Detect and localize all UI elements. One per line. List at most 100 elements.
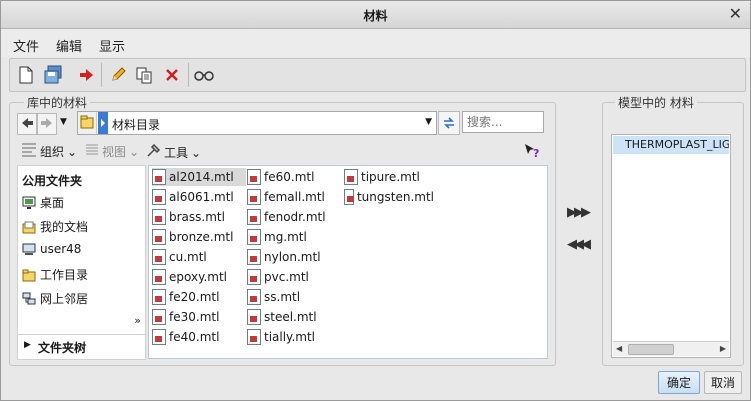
file-name: tipure.mtl bbox=[361, 170, 420, 184]
address-dropdown-icon[interactable]: ▼ bbox=[425, 117, 432, 127]
desktop-icon bbox=[22, 196, 36, 210]
copy-icon[interactable] bbox=[132, 63, 156, 87]
menu-file[interactable]: 文件 bbox=[13, 36, 39, 55]
scroll-right-icon[interactable]: ▶ bbox=[720, 344, 726, 353]
arrow-right-red-icon[interactable] bbox=[74, 63, 98, 87]
material-file-icon bbox=[247, 169, 261, 185]
horizontal-scrollbar[interactable]: ◀ ▶ bbox=[613, 341, 729, 356]
menu-view[interactable]: 显示 bbox=[99, 36, 125, 55]
glasses-icon[interactable] bbox=[192, 63, 216, 87]
list-item[interactable]: mg.mtl bbox=[247, 228, 337, 246]
list-item[interactable]: THERMOPLAST_LIG bbox=[613, 136, 729, 154]
ok-button[interactable]: 确定 bbox=[658, 371, 700, 394]
list-item[interactable]: bronze.mtl bbox=[152, 228, 246, 246]
triangle-right-icon: ▶ bbox=[24, 340, 31, 350]
list-item[interactable]: al2014.mtl bbox=[152, 168, 246, 186]
material-file-icon bbox=[344, 169, 358, 185]
save-icon[interactable] bbox=[41, 63, 65, 87]
list-item[interactable]: fenodr.mtl bbox=[247, 208, 337, 226]
svg-text:?: ? bbox=[533, 147, 539, 160]
organize-label: 组织 bbox=[40, 145, 65, 159]
sidebar-item-network[interactable]: 网上邻居 bbox=[22, 290, 88, 307]
list-item[interactable]: al6061.mtl bbox=[152, 188, 246, 206]
file-name: fe40.mtl bbox=[169, 330, 220, 344]
delete-x-icon[interactable] bbox=[160, 63, 184, 87]
file-name: al6061.mtl bbox=[169, 190, 234, 204]
materials-dialog: 材料 ✕ 文件 编辑 显示 库中的材料 ▼ 材料目录 ▼ 搜索... 组织 ⌄ … bbox=[0, 0, 751, 401]
file-name: steel.mtl bbox=[264, 310, 317, 324]
file-name: femall.mtl bbox=[264, 190, 325, 204]
sidebar-item-label: user48 bbox=[40, 242, 82, 256]
window-title: 材料 bbox=[363, 9, 388, 23]
list-item[interactable]: fe30.mtl bbox=[152, 308, 246, 326]
back-button[interactable] bbox=[17, 113, 37, 135]
common-folders-heading: 公用文件夹 bbox=[22, 174, 83, 188]
sidebar-item-label: 网上邻居 bbox=[40, 292, 89, 306]
search-input[interactable] bbox=[462, 111, 544, 133]
menu-edit[interactable]: 编辑 bbox=[56, 36, 82, 55]
list-item[interactable]: pvc.mtl bbox=[247, 268, 337, 286]
list-item[interactable]: brass.mtl bbox=[152, 208, 246, 226]
file-name: tially.mtl bbox=[264, 330, 315, 344]
view-menu[interactable]: 视图 ⌄ bbox=[85, 143, 139, 160]
list-item[interactable]: cu.mtl bbox=[152, 248, 246, 266]
organize-menu[interactable]: 组织 ⌄ bbox=[21, 143, 77, 160]
list-item[interactable]: epoxy.mtl bbox=[152, 268, 246, 286]
material-file-icon bbox=[344, 189, 354, 205]
sidebar-item-my-documents[interactable]: 我的文档 bbox=[22, 218, 88, 235]
close-icon[interactable]: ✕ bbox=[729, 4, 742, 23]
file-name: al2014.mtl bbox=[169, 170, 234, 184]
material-file-icon bbox=[152, 269, 166, 285]
refresh-icon[interactable] bbox=[438, 111, 460, 135]
material-file-icon bbox=[152, 289, 166, 305]
scroll-left-icon[interactable]: ◀ bbox=[616, 344, 622, 353]
new-icon[interactable] bbox=[14, 63, 38, 87]
list-item[interactable]: femall.mtl bbox=[247, 188, 337, 206]
documents-folder-icon bbox=[22, 220, 36, 234]
folder-icon[interactable] bbox=[78, 112, 97, 134]
computer-icon bbox=[22, 242, 36, 256]
sidebar-item-label: 我的文档 bbox=[40, 220, 89, 234]
list-item[interactable]: fe60.mtl bbox=[247, 168, 337, 186]
history-dropdown-icon[interactable]: ▼ bbox=[60, 117, 67, 127]
common-folders-panel: 公用文件夹 桌面 我的文档 user48 工作目录 网上邻居 » bbox=[17, 165, 146, 359]
material-file-icon bbox=[247, 229, 261, 245]
list-item[interactable]: fe40.mtl bbox=[152, 328, 246, 346]
scrollbar-thumb[interactable] bbox=[628, 344, 674, 355]
pencil-icon[interactable] bbox=[106, 63, 130, 87]
sidebar-item-desktop[interactable]: 桌面 bbox=[22, 194, 64, 211]
file-name: brass.mtl bbox=[169, 210, 225, 224]
remove-from-model-icon[interactable]: ◀◀◀ bbox=[567, 237, 591, 252]
expand-icon[interactable]: » bbox=[134, 314, 141, 327]
tools-menu[interactable]: 工具 ⌄ bbox=[145, 143, 201, 162]
list-item[interactable]: tungsten.mtl bbox=[344, 188, 434, 206]
material-file-icon bbox=[247, 309, 261, 325]
model-materials-list: THERMOPLAST_LIG ◀ ▶ bbox=[611, 134, 731, 358]
forward-button[interactable] bbox=[37, 113, 57, 135]
tools-label: 工具 bbox=[164, 146, 189, 160]
material-file-icon bbox=[152, 309, 166, 325]
folder-tree-toggle[interactable]: ▶ 文件夹树 bbox=[17, 334, 146, 360]
list-item[interactable]: tially.mtl bbox=[247, 328, 337, 346]
material-file-icon bbox=[247, 209, 261, 225]
file-name: fe30.mtl bbox=[169, 310, 220, 324]
list-item[interactable]: steel.mtl bbox=[247, 308, 337, 326]
list-item[interactable]: nylon.mtl bbox=[247, 248, 337, 266]
cancel-button[interactable]: 取消 bbox=[704, 371, 742, 394]
view-icon bbox=[85, 143, 99, 160]
add-to-model-icon[interactable]: ▶▶▶ bbox=[567, 205, 591, 220]
list-item[interactable]: ss.mtl bbox=[247, 288, 337, 306]
sidebar-item-user48[interactable]: user48 bbox=[22, 242, 81, 256]
breadcrumb-arrow-icon[interactable] bbox=[98, 112, 108, 134]
list-item[interactable]: tipure.mtl bbox=[344, 168, 434, 186]
material-file-icon bbox=[247, 269, 261, 285]
sidebar-item-working-directory[interactable]: 工作目录 bbox=[22, 266, 88, 283]
list-item[interactable]: fe20.mtl bbox=[152, 288, 246, 306]
material-file-icon bbox=[247, 249, 261, 265]
address-bar[interactable]: 材料目录 ▼ bbox=[77, 111, 437, 135]
help-icon[interactable]: ? bbox=[523, 142, 541, 163]
material-file-icon bbox=[152, 209, 166, 225]
file-name: fe20.mtl bbox=[169, 290, 220, 304]
material-file-icon bbox=[247, 189, 261, 205]
material-file-icon bbox=[152, 329, 166, 345]
